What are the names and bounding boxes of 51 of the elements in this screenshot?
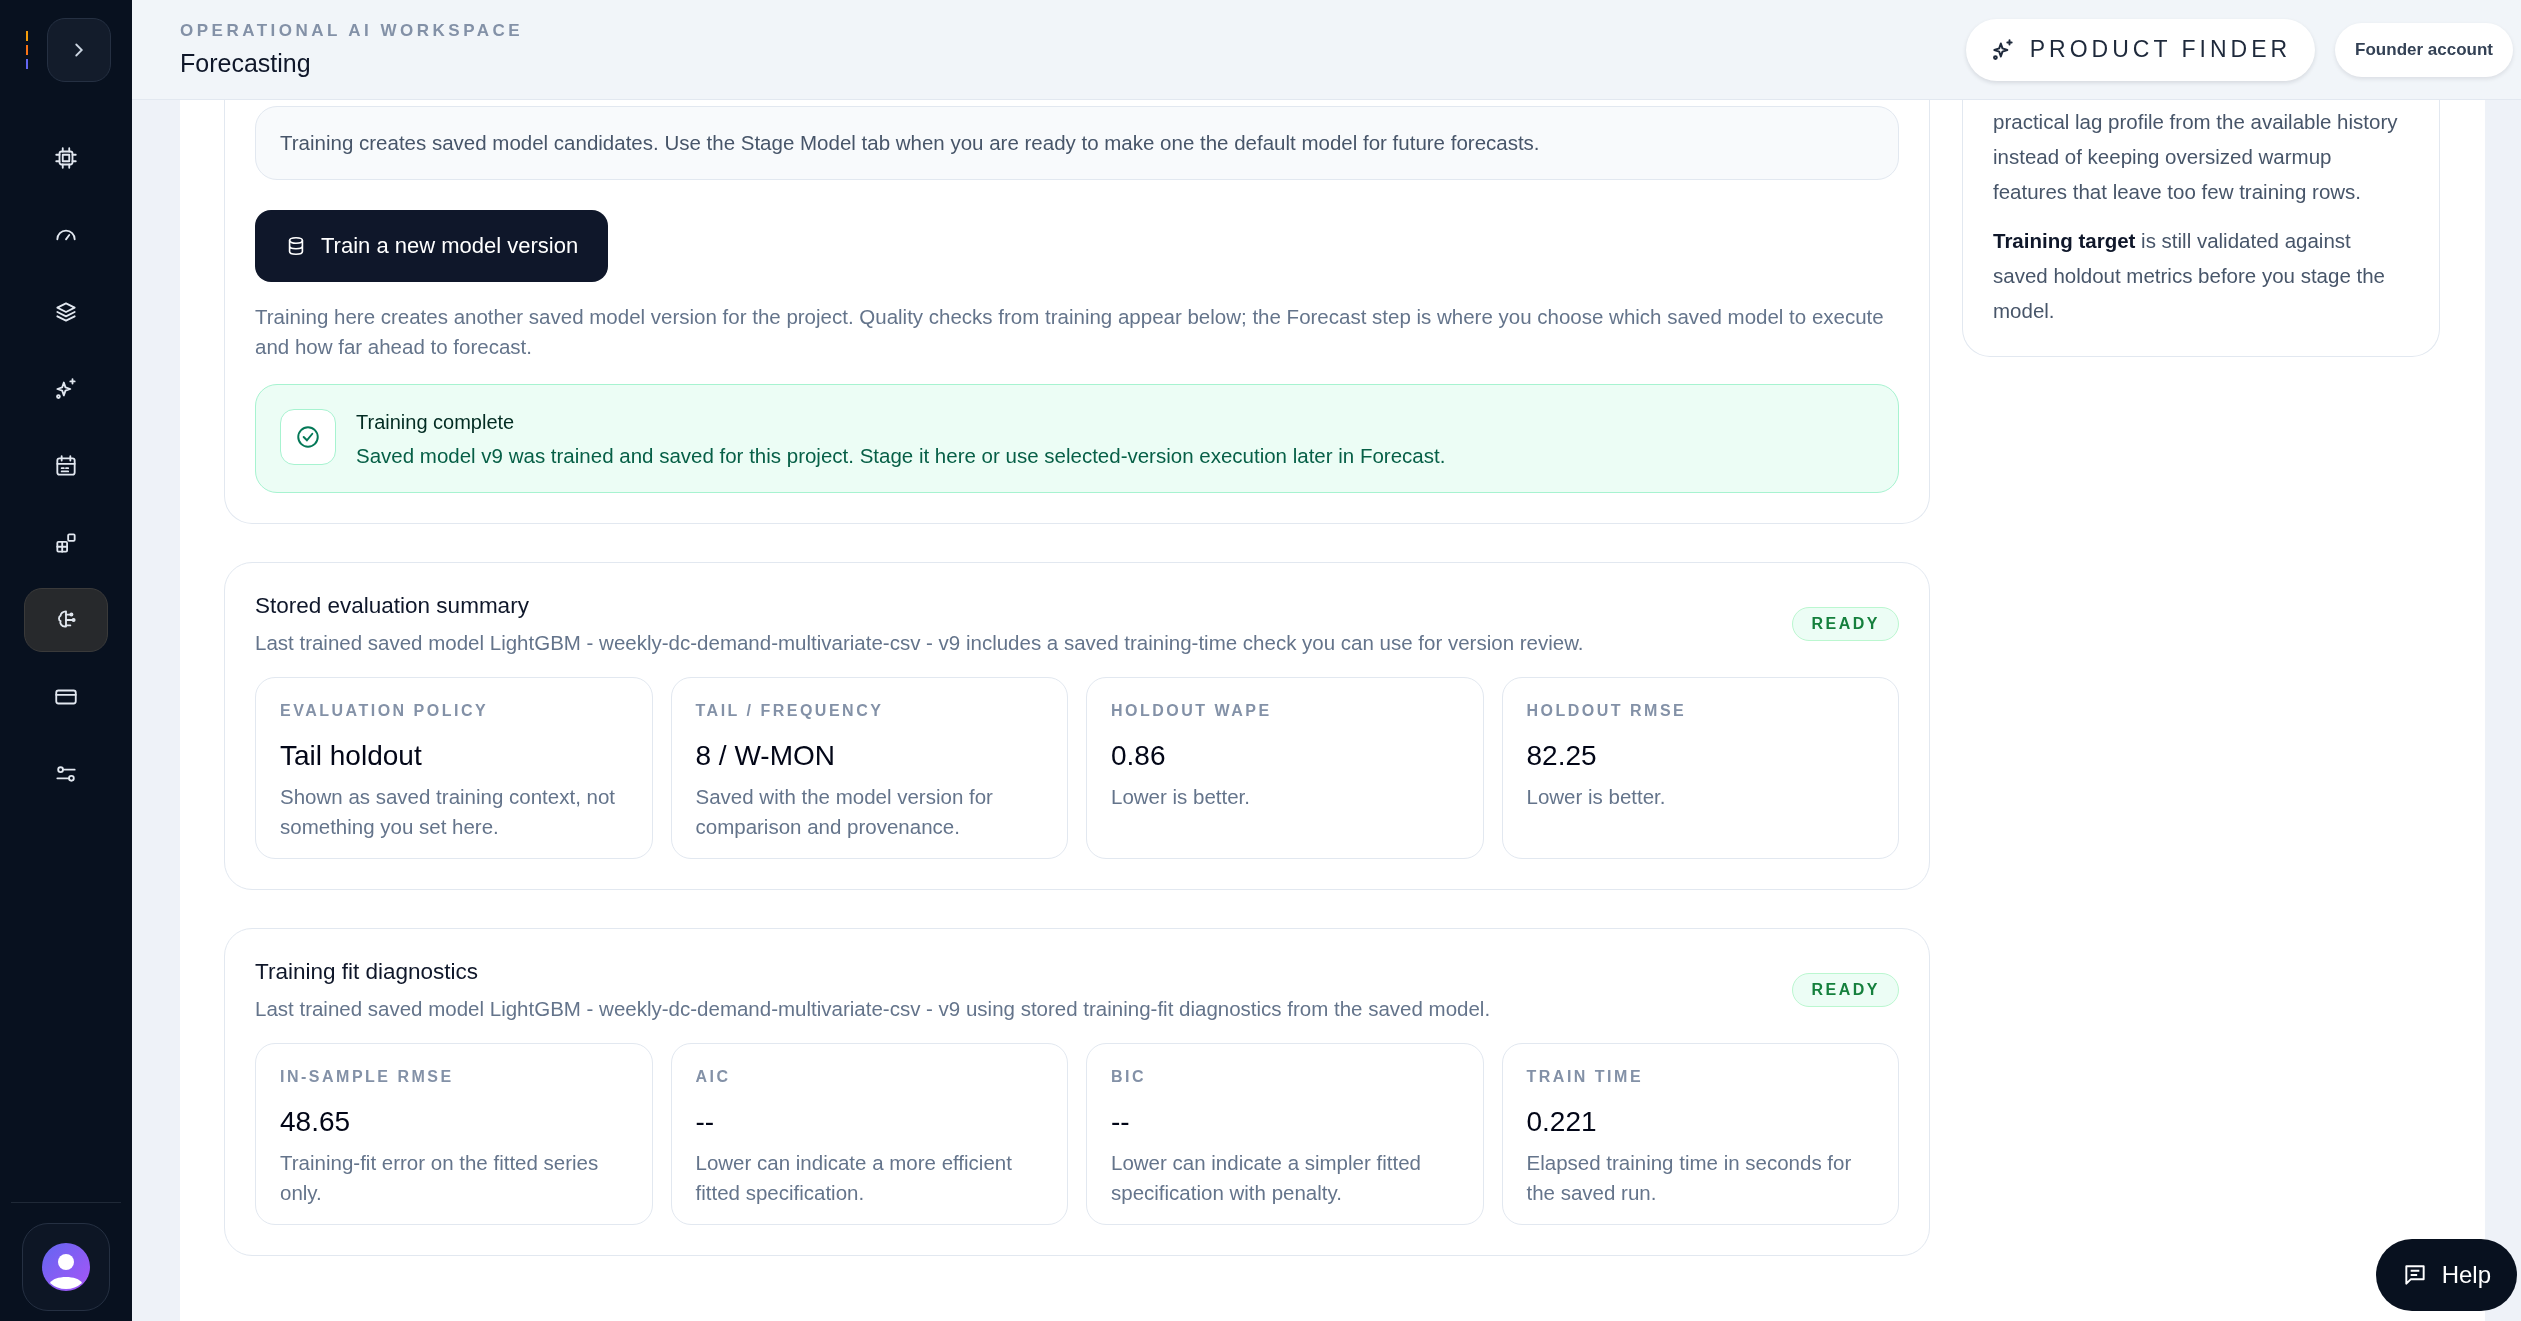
info-paragraph: Training target is still validated against saved holdout metrics before you stage the model.	[1993, 228, 2386, 324]
metric-label: EVALUATION POLICY	[280, 702, 490, 720]
metric-hint: Shown as saved training context, not something you set here.	[280, 784, 617, 840]
alert-title: Training complete	[356, 411, 516, 434]
train-button[interactable]: Train a new model version	[255, 210, 609, 282]
info-note: Training creates saved model candidates. Use the Stage Model tab when you are ready to make one the default model for future forecasts.	[255, 106, 1899, 180]
metric-value: 8 / W-MON	[695, 740, 836, 772]
section-subtitle: Last trained saved model LightGBM - weekly-dc-demand-multivariate-csv - v9 using stored training-fit diagnostics from the saved model.	[255, 997, 1491, 1021]
training-description: Training here creates another saved model version for the project. Quality checks from training appear below; the Forecast step is where you choose which saved model to execute and how far ahead to forecast.	[255, 304, 1885, 360]
metric-label: BIC	[1111, 1068, 1148, 1086]
calendar-icon	[53, 453, 79, 479]
metric-label: IN-SAMPLE RMSE	[280, 1068, 455, 1086]
metric-value: --	[1111, 1106, 1131, 1138]
alert-message: Saved model v9 was trained and saved for this project. Stage it here or use selected-version execution later in Forecast.	[356, 444, 1446, 468]
profile-button[interactable]	[22, 1223, 110, 1311]
metric-value: 48.65	[280, 1106, 352, 1138]
avatar-icon	[42, 1243, 90, 1291]
chip-icon	[53, 145, 79, 171]
metric-hint: Lower is better.	[1526, 784, 1667, 810]
workspace-label: OPERATIONAL AI WORKSPACE	[180, 21, 524, 41]
metric-hint: Lower can indicate a simpler fitted specification with penalty.	[1111, 1150, 1422, 1206]
account-button[interactable]: Founder account	[2335, 22, 2513, 77]
metric-label: TRAIN TIME	[1526, 1068, 1645, 1086]
help-button[interactable]: Help	[2375, 1239, 2517, 1311]
metric-hint: Elapsed training time in seconds for the saved run.	[1526, 1150, 1853, 1206]
logo-icon	[25, 31, 29, 69]
metric-label: HOLDOUT WAPE	[1111, 702, 1273, 720]
info-paragraph: practical lag profile from the available history instead of keeping oversized warmup features that leave too few training rows.	[1993, 109, 2399, 205]
metric-hint: Lower can indicate a more efficient fitted specification.	[695, 1150, 1013, 1206]
metric-value: 0.86	[1111, 740, 1167, 772]
nav-item[interactable]	[24, 588, 108, 652]
metric-value: 0.221	[1526, 1106, 1598, 1138]
metric-label: HOLDOUT RMSE	[1526, 702, 1688, 720]
status-badge: READY	[1792, 607, 1899, 641]
page-title: Forecasting	[180, 49, 312, 78]
blocks-icon	[53, 530, 79, 556]
metric-value: Tail holdout	[280, 740, 423, 772]
section-subtitle: Last trained saved model LightGBM - weekly-dc-demand-multivariate-csv - v9 includes a saved training-time check you can use for version review.	[255, 631, 1584, 655]
metric-value: 82.25	[1526, 740, 1598, 772]
metric-value: --	[695, 1106, 716, 1138]
metric-hint: Training-fit error on the fitted series only.	[280, 1150, 600, 1206]
section-title: Training fit diagnostics	[255, 959, 480, 985]
metric-hint: Saved with the model version for comparison and provenance.	[695, 784, 994, 840]
metric-label: TAIL / FREQUENCY	[695, 702, 885, 720]
metric-label: AIC	[695, 1068, 732, 1086]
metric-hint: Lower is better.	[1111, 784, 1251, 810]
sparkle-icon	[53, 376, 79, 402]
product-finder-button[interactable]: PRODUCT FINDER	[1965, 18, 2316, 81]
section-title: Stored evaluation summary	[255, 593, 530, 619]
status-badge: READY	[1792, 973, 1899, 1007]
check-icon	[280, 409, 336, 465]
